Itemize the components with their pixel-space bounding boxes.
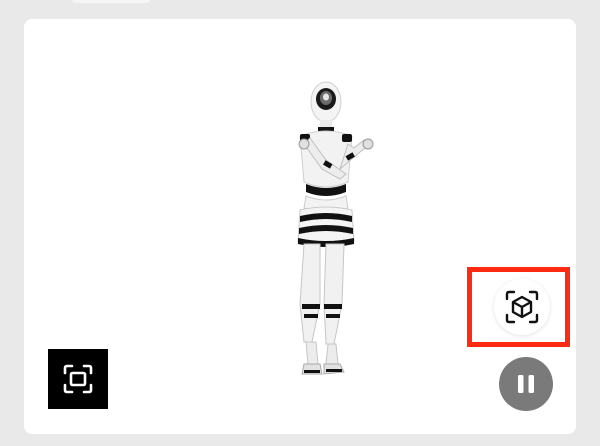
fullscreen-button[interactable] bbox=[48, 349, 108, 409]
previous-tab-edge bbox=[72, 0, 150, 3]
view-in-ar-button[interactable] bbox=[494, 279, 550, 335]
ar-cube-icon bbox=[505, 290, 539, 324]
model-viewer[interactable] bbox=[24, 19, 576, 434]
pause-button[interactable] bbox=[499, 357, 553, 411]
page bbox=[0, 0, 600, 446]
fullscreen-frame-icon bbox=[63, 364, 93, 394]
pause-icon bbox=[518, 375, 534, 393]
previous-card-edge bbox=[24, 0, 576, 6]
robot-model[interactable] bbox=[264, 74, 374, 384]
